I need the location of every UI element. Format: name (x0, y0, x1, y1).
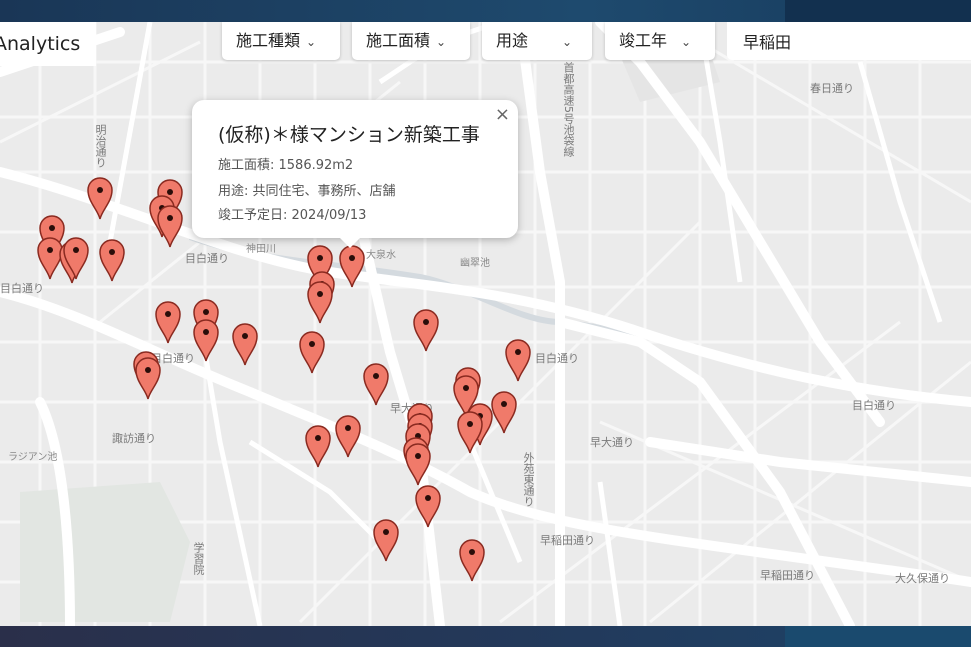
map-marker[interactable] (154, 300, 182, 344)
popup-tail (340, 238, 360, 248)
search-input[interactable] (727, 22, 971, 60)
map-marker[interactable] (86, 176, 114, 220)
map-label: 首都高速5号池袋線 (562, 62, 575, 157)
popup-completion: 竣工予定日: 2024/09/13 (218, 208, 367, 223)
map-marker[interactable] (134, 356, 162, 400)
popup-area: 施工面積: 1586.92m2 (218, 158, 354, 173)
marker-pin-icon (457, 411, 483, 454)
chevron-down-icon: ⌄ (681, 35, 692, 49)
map-label: 大泉水 (366, 250, 396, 261)
top-band (0, 0, 971, 22)
map-label: 春日通り (810, 82, 854, 95)
map-marker[interactable] (98, 238, 126, 282)
filter-usage[interactable]: 用途 ⌄ (482, 22, 592, 60)
map-marker[interactable] (490, 390, 518, 434)
info-popup: (仮称)＊様マンション新築工事 施工面積: 1586.92m2 用途: 共同住宅… (192, 100, 518, 248)
map-marker[interactable] (156, 204, 184, 248)
map-marker[interactable] (298, 330, 326, 374)
map-marker[interactable] (456, 410, 484, 454)
marker-pin-icon (413, 309, 439, 352)
marker-pin-icon (335, 415, 361, 458)
map-label: 大久保通り (895, 572, 950, 585)
map-label: 目白通り (535, 352, 579, 365)
popup-use: 用途: 共同住宅、事務所、店舗 (218, 184, 396, 199)
map-label: 幽翠池 (460, 258, 490, 269)
marker-pin-icon (405, 443, 431, 486)
marker-pin-icon (232, 323, 258, 366)
map-label: 目白通り (0, 282, 44, 295)
marker-pin-icon (415, 485, 441, 528)
map-marker[interactable] (231, 322, 259, 366)
map-label: 外苑東通り (522, 452, 535, 507)
popup-title: (仮称)＊様マンション新築工事 (218, 124, 480, 146)
map-marker[interactable] (372, 518, 400, 562)
marker-pin-icon (459, 539, 485, 582)
map-label: 目白通り (852, 399, 896, 412)
filter-construction-area[interactable]: 施工面積 ⌄ (352, 22, 470, 60)
close-icon[interactable]: × (495, 104, 510, 125)
map-label: 早稲田通り (760, 569, 815, 582)
marker-pin-icon (193, 319, 219, 362)
marker-pin-icon (135, 357, 161, 400)
marker-pin-icon (339, 245, 365, 288)
marker-pin-icon (363, 363, 389, 406)
marker-pin-icon (307, 281, 333, 324)
brand-text: Analytics (0, 33, 81, 55)
filter-label: 施工面積 (366, 31, 431, 50)
top-band-right (785, 0, 971, 22)
marker-pin-icon (63, 237, 89, 280)
map-marker[interactable] (414, 484, 442, 528)
marker-pin-icon (505, 339, 531, 382)
marker-pin-icon (155, 301, 181, 344)
filter-label: 用途 (496, 31, 529, 50)
map-marker[interactable] (306, 280, 334, 324)
marker-pin-icon (373, 519, 399, 562)
map-marker[interactable] (362, 362, 390, 406)
filter-label: 竣工年 (619, 31, 668, 50)
map-label: 早稲田通り (540, 534, 595, 547)
map-label: ラジアン池 (8, 452, 58, 463)
filter-label: 施工種類 (236, 31, 301, 50)
marker-pin-icon (87, 177, 113, 220)
map-marker[interactable] (334, 414, 362, 458)
marker-pin-icon (99, 239, 125, 282)
map-label: 早大通り (590, 436, 634, 449)
filter-construction-type[interactable]: 施工種類 ⌄ (222, 22, 340, 60)
map-label: 目白通り (185, 252, 229, 265)
chevron-down-icon: ⌄ (562, 35, 573, 49)
map-marker[interactable] (192, 318, 220, 362)
marker-pin-icon (491, 391, 517, 434)
marker-pin-icon (305, 425, 331, 468)
brand-title: Analytics (0, 22, 96, 66)
marker-pin-icon (299, 331, 325, 374)
map-label: 諏訪通り (112, 432, 156, 445)
map-marker[interactable] (458, 538, 486, 582)
chevron-down-icon: ⌄ (306, 35, 317, 49)
filter-completion-year[interactable]: 竣工年 ⌄ (605, 22, 715, 60)
map-marker[interactable] (304, 424, 332, 468)
map-marker[interactable] (504, 338, 532, 382)
chevron-down-icon: ⌄ (436, 35, 447, 49)
bottom-band (0, 626, 971, 647)
map-label: 神田川 (246, 244, 276, 255)
map-label: 明治通り (94, 124, 107, 168)
map-marker[interactable] (338, 244, 366, 288)
bottom-band-right (785, 626, 971, 647)
map-label: 学習院 (192, 542, 205, 575)
map-marker[interactable] (62, 236, 90, 280)
map-marker[interactable] (404, 442, 432, 486)
marker-pin-icon (157, 205, 183, 248)
map-marker[interactable] (412, 308, 440, 352)
